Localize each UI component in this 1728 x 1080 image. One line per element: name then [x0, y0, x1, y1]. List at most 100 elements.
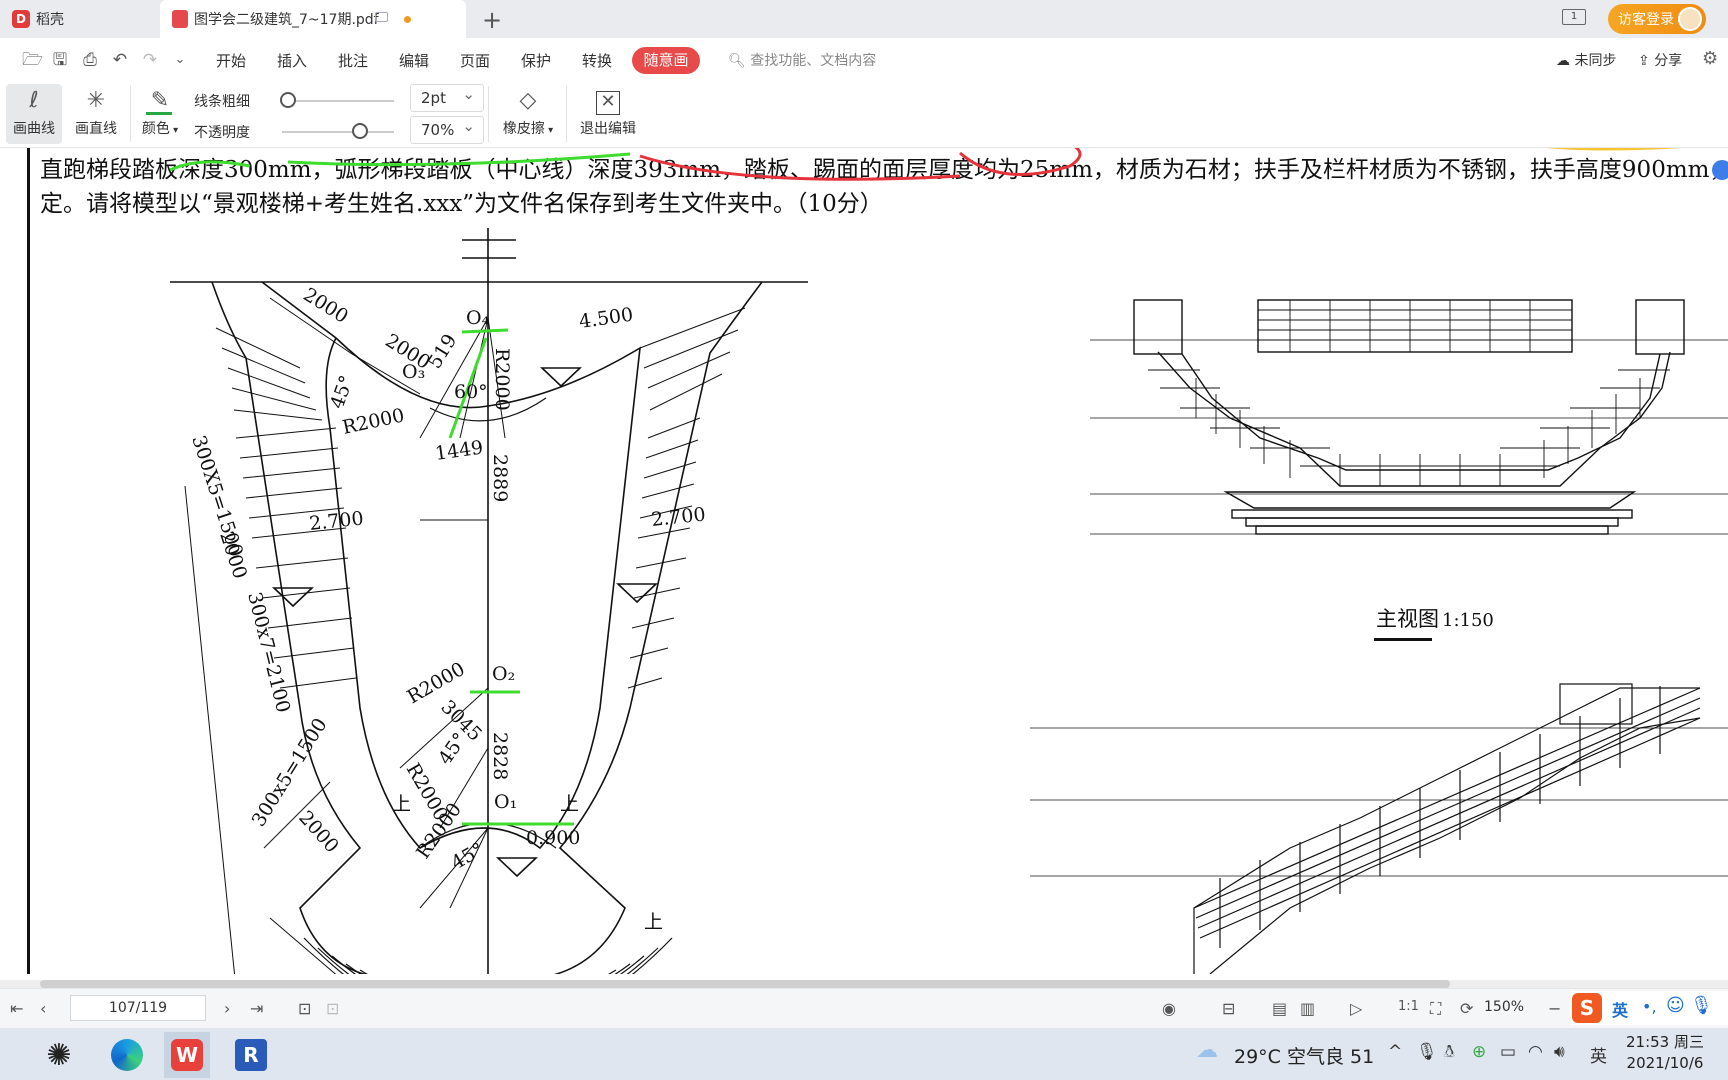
opacity-slider[interactable] — [282, 131, 394, 133]
draw-curve-label: 画曲线 — [13, 121, 55, 137]
thickness-slider-knob[interactable] — [279, 92, 296, 108]
scrollbar-thumb[interactable] — [40, 980, 1450, 988]
dim-519: 519 — [424, 330, 462, 372]
menu-annotate[interactable]: 批注 — [338, 50, 368, 71]
wifi-icon[interactable]: ◠ — [1528, 1042, 1543, 1062]
clock[interactable]: 21:53 周三 2021/10/6 — [1626, 1032, 1704, 1074]
eraser-icon: ◇ — [519, 88, 537, 113]
menu-edit[interactable]: 编辑 — [399, 50, 429, 71]
plus-tray-icon[interactable]: ⊕ — [1472, 1042, 1486, 1062]
close-box-icon: ✕ — [576, 84, 640, 118]
gear-icon[interactable]: ⚙ — [1702, 48, 1718, 69]
sync-label: 未同步 — [1574, 53, 1617, 69]
rotate-icon[interactable]: ⟳ — [1460, 999, 1473, 1018]
plan-labels: 2000 2000 O₄ 519 R2000 O₃ 45° 60° R2000 … — [187, 284, 706, 933]
front-view-caption: 主视图 1:150 — [1374, 607, 1494, 641]
actual-size-icon[interactable]: 1:1 — [1398, 999, 1419, 1014]
new-tab-plus-icon[interactable]: + — [482, 6, 502, 34]
ime-indicator[interactable]: 英 — [1590, 1042, 1607, 1067]
tab-pdf-document[interactable]: 图学会二级建筑_7~17期.pdf — [160, 0, 466, 38]
more-chevron-icon[interactable]: ⌄ — [170, 50, 190, 70]
tab-bar: D 稻壳 图学会二级建筑_7~17期.pdf + 1 访客登录 — [0, 0, 1728, 38]
play-icon[interactable]: ▷ — [1350, 999, 1362, 1018]
draw-curve-button[interactable]: ℓ 画曲线 — [6, 84, 62, 144]
opacity-select[interactable]: 70% — [410, 116, 484, 144]
red-markup-stroke — [959, 148, 1082, 176]
zoom-level[interactable]: 150% — [1484, 999, 1524, 1015]
edge-browser-icon[interactable] — [104, 1032, 150, 1078]
sync-button[interactable]: ☁ 未同步 — [1556, 50, 1616, 70]
menu-start[interactable]: 开始 — [216, 50, 246, 71]
single-page-icon[interactable]: ▤ — [1272, 999, 1287, 1018]
avatar — [1678, 7, 1702, 31]
dim-2889: 2889 — [489, 454, 511, 502]
clock-time: 21:53 周三 — [1626, 1033, 1704, 1051]
qq-icon[interactable]: 🐧︎ — [1444, 1042, 1454, 1064]
monitor-icon[interactable] — [375, 12, 388, 22]
exit-edit-button[interactable]: ✕ 退出编辑 — [576, 84, 640, 144]
redo-icon[interactable]: ↷ — [140, 50, 160, 70]
volume-icon[interactable]: 🔊︎ — [1554, 1042, 1565, 1062]
unsaved-dot-icon — [404, 16, 411, 23]
mic-icon[interactable]: 🎙︎ — [1690, 995, 1713, 1016]
horizontal-scrollbar[interactable] — [0, 980, 1728, 988]
undo-icon[interactable]: ↶ — [110, 50, 130, 70]
last-page-icon[interactable]: ⇥ — [250, 999, 263, 1018]
menu-freehand-draw[interactable]: 随意画 — [632, 47, 700, 74]
ime-toolbar[interactable]: S 英 •, ☺ 🎙︎ — [1570, 991, 1728, 1025]
menu-protect[interactable]: 保护 — [521, 50, 551, 71]
guest-login-label: 访客登录 — [1618, 12, 1674, 28]
windows-taskbar: ✺ W R ☁ 29°C 空气良 51 ^ 🎙︎ 🐧︎ ⊕ ▭ ◠ 🔊︎ 英 2… — [0, 1028, 1728, 1080]
draw-line-button[interactable]: ✳ 画直线 — [68, 84, 124, 144]
battery-icon[interactable]: ▭ — [1500, 1042, 1516, 1062]
front-view-title-underline — [1374, 638, 1432, 641]
angle-45-top: 45° — [326, 373, 358, 412]
wps-office-icon[interactable]: W — [164, 1032, 210, 1078]
tab-pdf-label: 图学会二级建筑_7~17期.pdf — [194, 12, 379, 28]
eye-protect-icon[interactable]: ◉ — [1162, 999, 1176, 1018]
pinned-app-icon[interactable]: ✺ — [36, 1032, 82, 1078]
show-hidden-icons-chevron[interactable]: ^ — [1388, 1042, 1402, 1062]
open-folder-icon[interactable]: 🗁 — [22, 50, 43, 70]
thickness-select[interactable]: 2pt — [410, 84, 484, 112]
first-page-icon[interactable]: ⇤ — [10, 999, 23, 1018]
tab-docer[interactable]: D 稻壳 — [0, 0, 158, 38]
fit-page-icon[interactable]: ⛶ — [1430, 999, 1441, 1019]
center-o4: O₄ — [466, 307, 490, 329]
yellow-markup-stroke — [1545, 148, 1683, 151]
back-view-icon[interactable]: ⊡ — [298, 999, 311, 1018]
radius-r2000-top: R2000 — [491, 348, 513, 411]
fit-width-icon[interactable]: ⊟ — [1222, 999, 1235, 1018]
start-partial-icon[interactable] — [0, 1032, 14, 1078]
pdf-file-icon — [172, 10, 188, 28]
opacity-slider-knob[interactable] — [352, 123, 369, 139]
next-page-icon[interactable]: › — [224, 999, 230, 1018]
prev-page-icon[interactable]: ‹ — [40, 999, 46, 1018]
weather-text[interactable]: 29°C 空气良 51 — [1234, 1042, 1374, 1069]
green-markup-stroke — [169, 160, 251, 172]
menu-insert[interactable]: 插入 — [277, 50, 307, 71]
pdf-page-view[interactable]: 直跑梯段踏板深度300mm，弧形梯段踏板（中心线）深度393mm，踏板、踢面的面… — [0, 148, 1728, 974]
zoom-out-icon[interactable]: − — [1548, 999, 1561, 1018]
eraser-label: 橡皮擦 — [502, 121, 545, 137]
two-page-icon[interactable]: ▥ — [1300, 999, 1315, 1018]
ime-punct-icon[interactable]: •, — [1642, 997, 1657, 1016]
share-button[interactable]: ⇪ 分享 — [1638, 50, 1682, 70]
menu-page[interactable]: 页面 — [460, 50, 490, 71]
revit-icon[interactable]: R — [228, 1032, 274, 1078]
eraser-button[interactable]: ◇ 橡皮擦 ▾ — [498, 84, 558, 144]
forward-view-icon[interactable]: ⊡ — [326, 999, 339, 1018]
emoji-icon[interactable]: ☺ — [1666, 995, 1685, 1016]
thickness-slider[interactable] — [282, 100, 394, 102]
front-view-title: 主视图 — [1376, 607, 1439, 631]
microphone-icon[interactable]: 🎙︎ — [1416, 1042, 1438, 1062]
window-count-icon[interactable]: 1 — [1562, 9, 1586, 25]
center-o2: O₂ — [492, 663, 515, 685]
guest-login-button[interactable]: 访客登录 — [1608, 4, 1706, 34]
search-input[interactable]: 🔍︎ 查找功能、文档内容 — [728, 50, 876, 70]
page-number-input[interactable]: 107/119 — [70, 995, 206, 1021]
save-icon[interactable]: 🖫 — [50, 50, 70, 70]
menu-convert[interactable]: 转换 — [582, 50, 612, 71]
print-icon[interactable]: ⎙ — [80, 50, 100, 70]
color-button[interactable]: ✎ 颜色 ▾ — [134, 84, 186, 144]
